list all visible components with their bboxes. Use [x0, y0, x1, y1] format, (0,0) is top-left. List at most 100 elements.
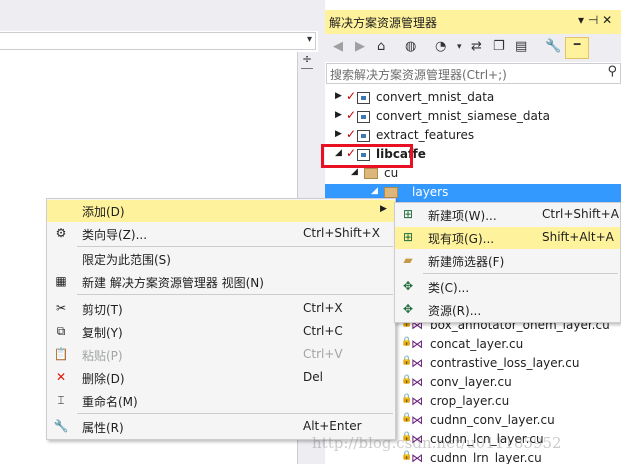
menu-item-label: 现有项(G)...: [428, 232, 495, 246]
checkmark-icon: ✓: [346, 127, 357, 141]
menu-item-add[interactable]: 添加(D) ▶: [47, 200, 395, 222]
solution-explorer-titlebar: 解决方案资源管理器: [325, 10, 621, 34]
editor-navigation-dropdown[interactable]: ▾: [0, 32, 316, 50]
cuda-file-icon: ⋈: [411, 337, 423, 351]
menu-item-shortcut: Alt+Enter: [303, 419, 362, 433]
tree-item-label: extract_features: [376, 128, 475, 142]
cuda-file-icon: ⋈: [411, 356, 423, 370]
folder-icon: [364, 168, 378, 179]
expand-arrow-icon[interactable]: ▶: [335, 91, 342, 101]
menu-item-label: 复制(Y): [82, 326, 123, 340]
existing-item-icon: ⊞: [402, 230, 414, 244]
tree-item-convert-mnist-siamese-data[interactable]: ▶ ✓ convert_mnist_siamese_data: [325, 108, 621, 127]
solution-explorer-search[interactable]: 搜索解决方案资源管理器(Ctrl+;) ⚲: [326, 63, 621, 84]
copy-icon: ⧉: [56, 324, 66, 338]
project-icon: [357, 111, 370, 123]
solution-explorer-title: 解决方案资源管理器: [329, 16, 438, 30]
collapse-arrow-icon[interactable]: ◢: [371, 186, 378, 196]
paste-icon: 📋: [53, 347, 69, 361]
dropdown-icon[interactable]: ▾: [457, 42, 462, 52]
file-item-label: cudnn_conv_layer.cu: [430, 413, 555, 427]
menu-item-shortcut: Ctrl+Shift+A: [542, 207, 619, 221]
submenu-item-new-item[interactable]: ⊞ 新建项(W)... Ctrl+Shift+A: [395, 204, 620, 226]
menu-item-label: 添加(D): [82, 205, 125, 219]
tree-item-label: convert_mnist_siamese_data: [376, 109, 550, 123]
file-item-label: conv_layer.cu: [430, 375, 512, 389]
menu-item-delete[interactable]: ✕ 删除(D) Del: [47, 367, 395, 389]
collapse-arrow-icon[interactable]: ◢: [351, 167, 358, 177]
cuda-file-icon: ⋈: [411, 413, 423, 427]
menu-item-cut[interactable]: ✂ 剪切(T) Ctrl+X: [47, 298, 395, 320]
menu-item-new-view[interactable]: ▦ 新建 解决方案资源管理器 视图(N): [47, 271, 395, 293]
show-all-files-icon[interactable]: ▤: [515, 39, 527, 54]
menu-item-class-wizard[interactable]: ⚙ 类向导(Z)... Ctrl+Shift+X: [47, 223, 395, 245]
watermark: http://blog.csdn.net/u011185952: [312, 434, 562, 452]
wrench-icon[interactable]: 🔧: [545, 39, 561, 54]
globe-icon[interactable]: ◍: [405, 39, 416, 54]
file-item[interactable]: 🔒 ⋈ cudnn_lrn_layer.cu: [325, 450, 621, 464]
cuda-file-icon: ⋈: [411, 375, 423, 389]
delete-icon: ✕: [55, 370, 67, 384]
file-item-label: concat_layer.cu: [430, 337, 524, 351]
scissors-icon: ✂: [55, 301, 67, 315]
window-controls[interactable]: ▾ ⊣ ✕: [578, 13, 612, 27]
menu-separator: [77, 294, 393, 295]
tree-item-cu[interactable]: ◢ cu: [325, 165, 621, 184]
clock-icon[interactable]: ◔: [435, 39, 446, 54]
new-filter-icon: ▰: [403, 253, 413, 267]
expand-arrow-icon[interactable]: ▶: [335, 110, 342, 120]
menu-item-label: 剪切(T): [82, 303, 123, 317]
checkmark-icon: ✓: [346, 108, 357, 122]
menu-item-label: 类向导(Z)...: [82, 228, 148, 242]
sync-icon[interactable]: ⇄: [471, 39, 482, 54]
menu-item-shortcut: Ctrl+Shift+X: [303, 226, 380, 240]
back-icon[interactable]: ◀: [333, 39, 343, 54]
tree-item-label: convert_mnist_data: [376, 90, 495, 104]
chevron-down-icon[interactable]: ▾: [307, 34, 312, 45]
submenu-item-class[interactable]: ✥ 类(C)...: [395, 276, 620, 298]
menu-item-label: 重命名(M): [82, 395, 138, 409]
menu-item-shortcut: Ctrl+C: [303, 324, 343, 338]
menu-item-label: 新建 解决方案资源管理器 视图(N): [82, 276, 264, 290]
new-item-icon: ⊞: [402, 207, 414, 221]
file-item-label: contrastive_loss_layer.cu: [430, 356, 580, 370]
project-icon: [357, 130, 370, 142]
submenu-item-new-filter[interactable]: ▰ 新建筛选器(F): [395, 250, 620, 272]
expand-arrow-icon[interactable]: ▶: [335, 129, 342, 139]
tree-item-convert-mnist-data[interactable]: ▶ ✓ convert_mnist_data: [325, 89, 621, 108]
menu-item-shortcut: Ctrl+V: [303, 347, 343, 361]
project-icon: [357, 92, 370, 104]
menu-item-label: 类(C)...: [428, 281, 470, 295]
rename-icon: ⌶: [57, 393, 65, 407]
menu-item-scope-to-this[interactable]: 限定为此范围(S): [47, 248, 395, 270]
menu-item-label: 属性(R): [82, 421, 124, 435]
split-line: [301, 68, 313, 69]
submenu-item-existing-item[interactable]: ⊞ 现有项(G)... Shift+Alt+A: [395, 227, 620, 249]
split-handle-icon[interactable]: ÷: [302, 52, 312, 66]
wrench-icon: 🔧: [53, 419, 69, 433]
menu-item-paste[interactable]: 📋 粘贴(P) Ctrl+V: [47, 344, 395, 366]
class-wizard-icon: ⚙: [55, 226, 67, 240]
collapse-all-icon[interactable]: ❐: [493, 39, 505, 54]
menu-item-label: 资源(R)...: [428, 304, 482, 318]
home-icon[interactable]: ⌂: [377, 39, 385, 54]
pin-icon[interactable]: ━: [565, 37, 589, 59]
menu-item-label: 新建项(W)...: [428, 209, 497, 223]
file-item-label: cudnn_lrn_layer.cu: [430, 451, 542, 464]
tree-item-label: cu: [384, 166, 399, 180]
menu-item-rename[interactable]: ⌶ 重命名(M): [47, 390, 395, 412]
menu-separator: [77, 413, 393, 414]
menu-item-label: 限定为此范围(S): [82, 253, 171, 267]
cuda-file-icon: ⋈: [411, 394, 423, 408]
file-item-label: crop_layer.cu: [430, 394, 510, 408]
search-placeholder: 搜索解决方案资源管理器(Ctrl+;): [330, 68, 507, 82]
menu-item-label: 删除(D): [82, 372, 125, 386]
tree-item-label: layers: [412, 185, 449, 199]
new-view-icon: ▦: [55, 274, 67, 288]
submenu-item-resource[interactable]: ✥ 资源(R)...: [395, 299, 620, 321]
forward-icon[interactable]: ▶: [355, 39, 365, 54]
menu-item-shortcut: Del: [303, 370, 323, 384]
submenu-arrow-icon: ▶: [380, 204, 387, 214]
menu-item-copy[interactable]: ⧉ 复制(Y) Ctrl+C: [47, 321, 395, 343]
search-icon[interactable]: ⚲: [607, 64, 617, 79]
